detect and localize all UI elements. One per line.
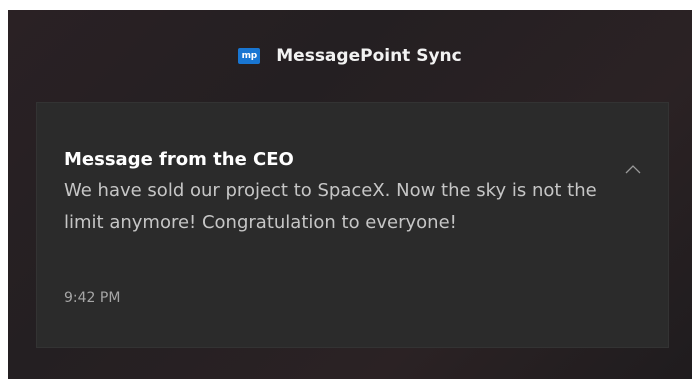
collapse-button[interactable]: [619, 159, 647, 179]
messagepoint-app-icon: mp: [238, 47, 261, 64]
notification-body: We have sold our project to SpaceX. Now …: [64, 180, 597, 233]
action-center-panel: mp MessagePoint Sync Message from the CE…: [8, 10, 692, 379]
notification-toast[interactable]: Message from the CEO We have sold our pr…: [36, 102, 669, 348]
notification-timestamp: 9:42 PM: [64, 290, 121, 306]
notification-title: Message from the CEO: [64, 149, 294, 170]
chevron-up-icon: [625, 164, 641, 173]
app-header: mp MessagePoint Sync: [8, 10, 692, 101]
app-name: MessagePoint Sync: [276, 45, 462, 66]
